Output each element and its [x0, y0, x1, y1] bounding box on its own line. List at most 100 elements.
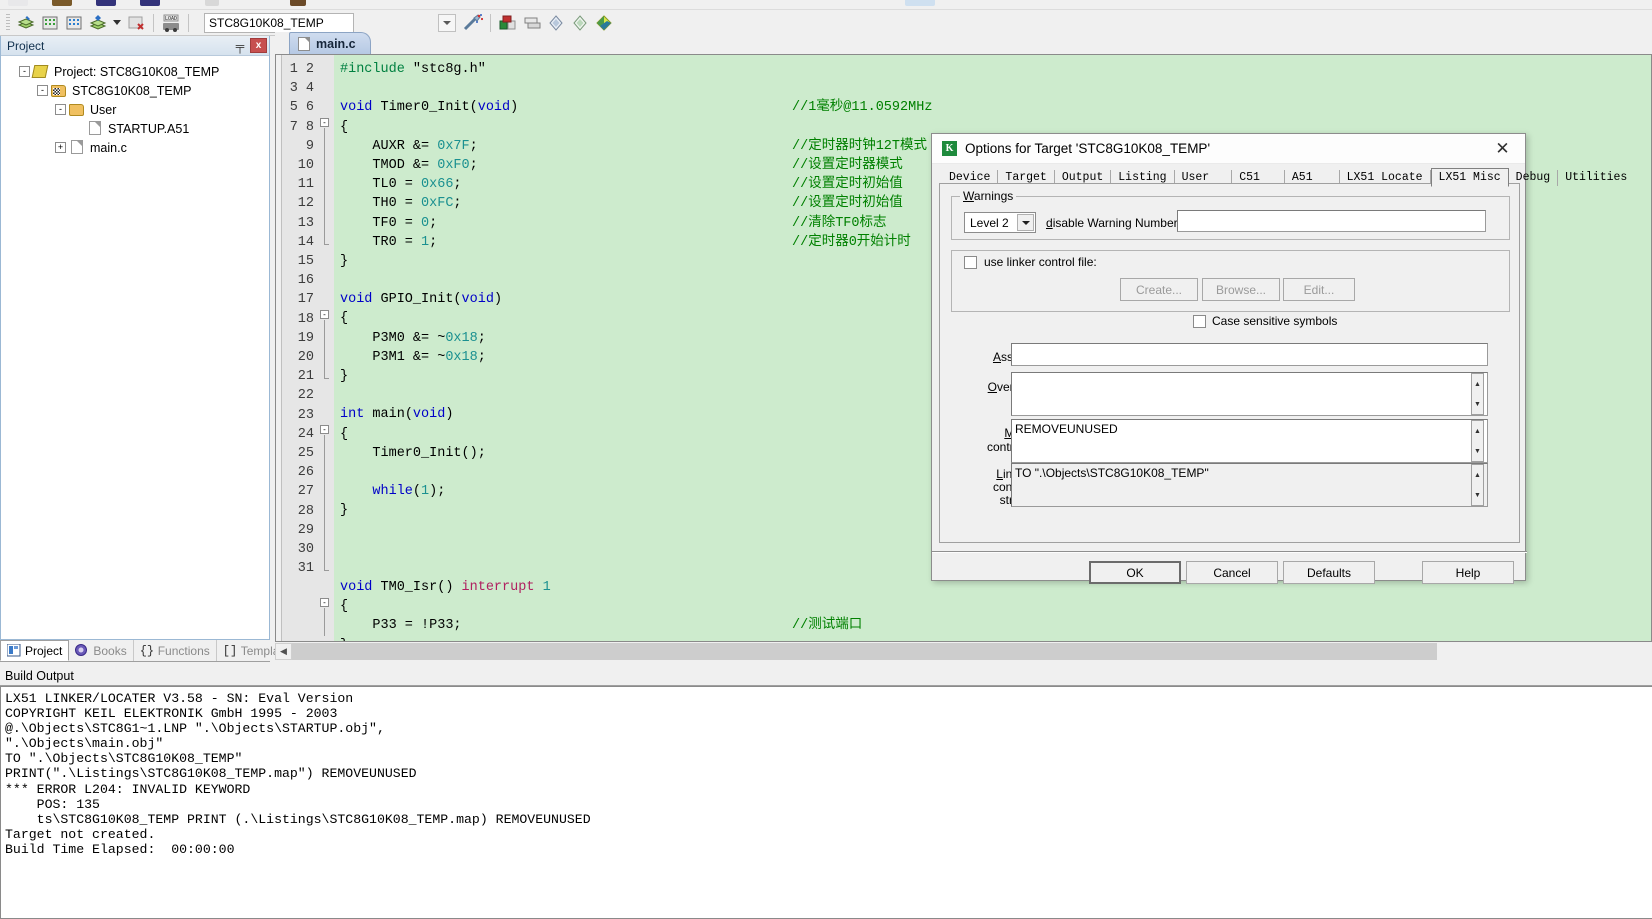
- edit-button[interactable]: Edit...: [1283, 278, 1355, 301]
- linker-control-string-spinner[interactable]: ▲ ▼: [1471, 464, 1484, 506]
- file-icon: [69, 140, 85, 155]
- overlay-input[interactable]: [1011, 372, 1488, 416]
- tab-functions-label: Functions: [157, 643, 210, 658]
- stop-build-icon[interactable]: [125, 12, 147, 34]
- spinner-down-icon[interactable]: ▼: [1472, 441, 1483, 461]
- toolbar-upper-strip: [0, 0, 1652, 10]
- scroll-thumb[interactable]: [292, 642, 1437, 660]
- toolbar-separator-3: [490, 13, 491, 32]
- cancel-button[interactable]: Cancel: [1186, 561, 1278, 584]
- linker-control-string-input[interactable]: TO ".\Objects\STC8G10K08_TEMP": [1011, 463, 1488, 507]
- spinner-up-icon[interactable]: ▲: [1472, 465, 1483, 485]
- save-icon[interactable]: [96, 0, 116, 6]
- tree-item-target[interactable]: - STC8G10K08_TEMP: [9, 81, 269, 100]
- folder-icon: [69, 102, 85, 117]
- editor-tab-label: main.c: [316, 36, 356, 51]
- prev-bookmark-icon[interactable]: [569, 12, 591, 34]
- help-button[interactable]: Help: [1422, 561, 1514, 584]
- build-output-text[interactable]: LX51 LINKER/LOCATER V3.58 - SN: Eval Ver…: [0, 686, 1652, 919]
- project-tab-icon: [6, 643, 21, 657]
- tree-toggle[interactable]: -: [37, 85, 48, 96]
- ok-button[interactable]: OK: [1089, 561, 1181, 584]
- tab-utilities[interactable]: Utilities: [1558, 170, 1634, 186]
- assign-input[interactable]: [1011, 343, 1488, 366]
- tree-item-project[interactable]: - Project: STC8G10K08_TEMP: [9, 62, 269, 81]
- project-panel-header: Project ╤ x: [1, 36, 269, 56]
- undo-icon[interactable]: [290, 0, 306, 6]
- overlay-spinner[interactable]: ▲ ▼: [1471, 373, 1484, 415]
- create-button-label: Create...: [1135, 282, 1183, 297]
- translate-icon[interactable]: [87, 12, 109, 34]
- project-panel: Project ╤ x - Project: STC8G10K08_TEMP -…: [0, 36, 270, 640]
- defaults-button[interactable]: Defaults: [1283, 561, 1375, 584]
- close-icon[interactable]: ✕: [1480, 134, 1525, 163]
- tab-books[interactable]: Books: [69, 640, 134, 661]
- scroll-left-icon[interactable]: ◀: [275, 642, 292, 660]
- toolbar-separator: [153, 13, 154, 32]
- save-all-icon[interactable]: [140, 0, 160, 6]
- target-options-icon[interactable]: [462, 12, 484, 34]
- new-file-icon[interactable]: [8, 0, 28, 6]
- chevron-down-icon[interactable]: [1017, 214, 1034, 231]
- project-panel-title: Project: [7, 38, 45, 53]
- editor-horizontal-scrollbar[interactable]: ◀: [275, 642, 1652, 660]
- misc-controls-spinner[interactable]: ▲ ▼: [1471, 420, 1484, 462]
- target-selector-arrow[interactable]: [438, 13, 456, 32]
- tree-item-group-user[interactable]: - User: [9, 100, 269, 119]
- chevron-down-icon[interactable]: [111, 12, 123, 34]
- toolbar-grip[interactable]: [6, 13, 10, 32]
- fold-box-line20[interactable]: -: [320, 425, 329, 434]
- manage-components-icon[interactable]: [497, 12, 519, 34]
- warnings-group-label: WWarningsarnings: [960, 189, 1017, 203]
- tab-functions[interactable]: {} Functions: [134, 640, 217, 661]
- tree-toggle[interactable]: +: [55, 142, 66, 153]
- toolbar-separator-2: [188, 13, 189, 32]
- svg-text:LOAD: LOAD: [165, 16, 177, 22]
- insert-bookmark-icon[interactable]: [545, 12, 567, 34]
- spinner-down-icon[interactable]: ▼: [1472, 394, 1483, 414]
- dialog-tab-pane: WWarningsarnings Level 2 disable Warning…: [939, 183, 1520, 543]
- file-icon: [87, 121, 103, 136]
- tree-item-label: main.c: [90, 140, 127, 155]
- open-file-icon[interactable]: [52, 0, 72, 6]
- find-toolbox-icon[interactable]: [905, 0, 935, 6]
- editor-tab-main-c[interactable]: main.c: [289, 32, 371, 54]
- fold-box-line4[interactable]: -: [320, 118, 329, 127]
- next-bookmark-icon[interactable]: [593, 12, 615, 34]
- ok-button-label: OK: [1126, 565, 1144, 580]
- misc-controls-input[interactable]: REMOVEUNUSED: [1011, 419, 1488, 463]
- create-button[interactable]: Create...: [1120, 278, 1198, 301]
- tree-item-label: STC8G10K08_TEMP: [72, 83, 192, 98]
- build-icon[interactable]: [15, 12, 37, 34]
- tree-toggle[interactable]: -: [19, 66, 30, 77]
- tree-item-main-c[interactable]: + main.c: [9, 138, 269, 157]
- batch-build-icon[interactable]: [63, 12, 85, 34]
- close-icon[interactable]: x: [250, 38, 267, 53]
- spinner-up-icon[interactable]: ▲: [1472, 421, 1483, 441]
- editor-fold-column[interactable]: - - - -: [318, 55, 334, 641]
- fold-line-1: [324, 128, 325, 244]
- scroll-track[interactable]: [292, 642, 1652, 660]
- disable-warning-numbers-input[interactable]: [1177, 210, 1486, 232]
- warning-level-select[interactable]: Level 2: [964, 212, 1036, 233]
- spinner-up-icon[interactable]: ▲: [1472, 374, 1483, 394]
- target-selector[interactable]: STC8G10K08_TEMP: [204, 12, 354, 33]
- tree-item-startup-a51[interactable]: STARTUP.A51: [9, 119, 269, 138]
- download-icon[interactable]: LOAD: [160, 12, 182, 34]
- fold-box-line14[interactable]: -: [320, 310, 329, 319]
- use-linker-control-file-checkbox[interactable]: [964, 256, 977, 269]
- cut-icon[interactable]: [205, 0, 219, 6]
- fold-box-line29[interactable]: -: [320, 598, 329, 607]
- tree-toggle[interactable]: -: [55, 104, 66, 115]
- books-icon[interactable]: [521, 12, 543, 34]
- case-sensitive-symbols-checkbox[interactable]: [1193, 315, 1206, 328]
- tab-project[interactable]: Project: [0, 640, 70, 661]
- target-icon: [51, 83, 67, 98]
- rebuild-icon[interactable]: [39, 12, 61, 34]
- pin-icon[interactable]: ╤: [232, 38, 248, 54]
- dialog-titlebar[interactable]: K Options for Target 'STC8G10K08_TEMP' ✕: [932, 134, 1525, 164]
- fold-end-2: [324, 378, 329, 379]
- spinner-down-icon[interactable]: ▼: [1472, 485, 1483, 505]
- browse-button[interactable]: Browse...: [1202, 278, 1280, 301]
- tab-lx51-misc[interactable]: LX51 Misc: [1430, 168, 1509, 187]
